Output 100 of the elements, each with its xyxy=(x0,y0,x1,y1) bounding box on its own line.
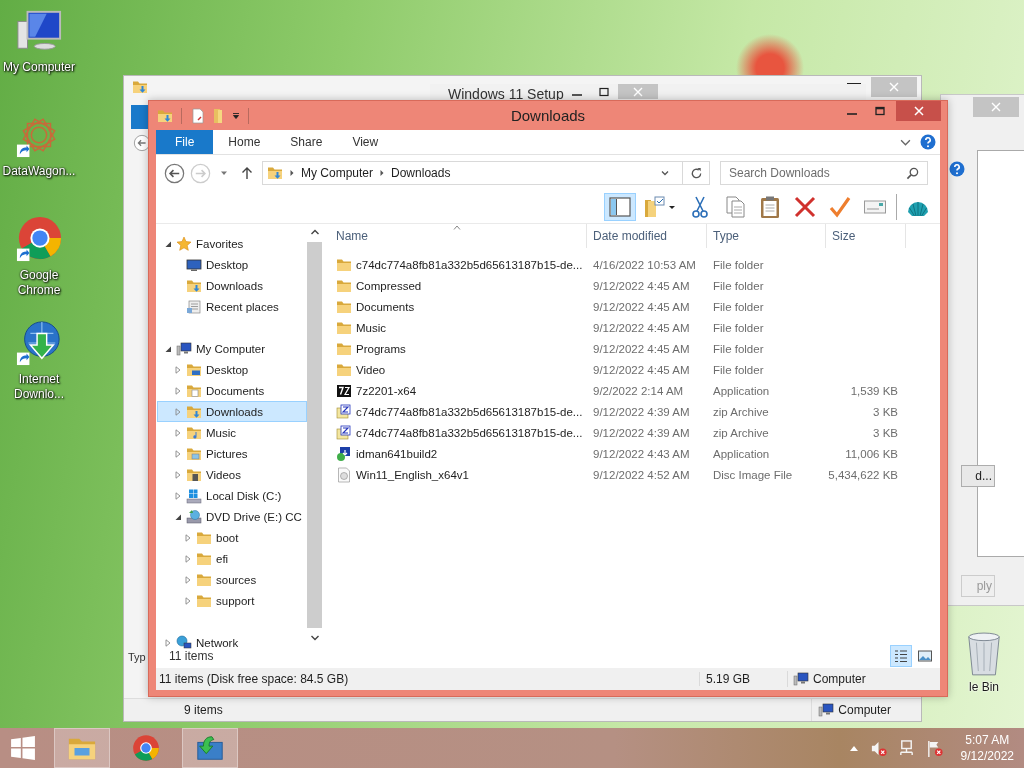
collapsed-arrow-icon[interactable] xyxy=(174,491,182,500)
date-modified: 9/12/2022 4:39 AM xyxy=(592,426,691,439)
ribbon-tab[interactable]: Share xyxy=(275,130,338,154)
setup-taskbar-button[interactable] xyxy=(182,728,238,768)
tree-item[interactable]: Downloads xyxy=(157,401,307,422)
help-icon[interactable] xyxy=(920,134,936,150)
up-arrow-icon[interactable] xyxy=(241,166,253,180)
network-icon[interactable] xyxy=(897,739,915,757)
collapsed-arrow-icon[interactable] xyxy=(184,533,192,542)
collapsed-arrow-icon[interactable] xyxy=(184,554,192,563)
column-header[interactable]: Name xyxy=(324,224,587,248)
breadcrumb[interactable]: Downloads xyxy=(391,166,451,180)
muted-speaker-icon[interactable] xyxy=(869,739,887,757)
file-name[interactable]: c74dc774a8fb81a332b5d65613187b15-de... xyxy=(356,426,583,439)
tree-item[interactable]: support xyxy=(157,590,307,611)
collapsed-arrow-icon[interactable] xyxy=(184,575,192,584)
chrome-icon[interactable] xyxy=(16,216,62,262)
expanded-arrow-icon[interactable] xyxy=(174,512,182,521)
column-header[interactable]: Size xyxy=(826,224,906,248)
date-modified: 9/12/2022 4:45 AM xyxy=(592,363,691,376)
file-name[interactable]: Video xyxy=(356,363,386,376)
monitor-icon xyxy=(186,256,202,273)
date-modified: 9/12/2022 4:45 AM xyxy=(592,300,691,313)
zip-archive-icon xyxy=(336,424,352,441)
tree-item[interactable]: Videos xyxy=(157,464,307,485)
date-modified: 9/12/2022 4:52 AM xyxy=(592,468,691,481)
dvd-drive-icon xyxy=(186,508,202,525)
file-name[interactable]: Programs xyxy=(356,342,406,355)
item-count: 9 items xyxy=(184,703,223,717)
file-name[interactable]: Music xyxy=(356,321,387,334)
refresh-icon xyxy=(689,166,703,180)
tree-item[interactable]: Downloads xyxy=(157,275,307,296)
file-name[interactable]: c74dc774a8fb81a332b5d65613187b15-de... xyxy=(356,258,583,271)
collapsed-arrow-icon[interactable] xyxy=(174,428,182,437)
recent-places-icon xyxy=(186,298,202,315)
collapsed-arrow-icon[interactable] xyxy=(174,407,182,416)
tree-item[interactable]: Recent places xyxy=(157,296,307,317)
location-label: Computer xyxy=(838,703,891,717)
breadcrumb-arrow-icon[interactable] xyxy=(289,169,295,177)
tree-item[interactable]: Desktop xyxy=(157,254,307,275)
breadcrumb-arrow-icon[interactable] xyxy=(379,169,386,177)
tree-item[interactable]: sources xyxy=(157,569,307,590)
tree-item[interactable]: Documents xyxy=(157,380,307,401)
collapsed-arrow-icon[interactable] xyxy=(174,386,182,395)
preview-pane-button[interactable] xyxy=(604,193,636,221)
close-icon xyxy=(889,82,899,92)
column-header[interactable]: Typ xyxy=(128,651,146,663)
date-modified: 9/12/2022 4:45 AM xyxy=(592,279,691,292)
tree-item[interactable]: Local Disk (C:) xyxy=(157,485,307,506)
collapsed-arrow-icon[interactable] xyxy=(174,470,182,479)
ribbon-tab[interactable]: View xyxy=(337,130,394,154)
expanded-arrow-icon[interactable] xyxy=(164,344,172,353)
archive-app-icon xyxy=(336,382,352,399)
tree-item[interactable]: Music xyxy=(157,422,307,443)
ribbon-tab[interactable]: File xyxy=(156,130,214,154)
file-name[interactable]: idman641build2 xyxy=(356,447,438,460)
details-view-button[interactable] xyxy=(890,645,912,667)
properties-page-icon[interactable] xyxy=(190,107,206,124)
file-name[interactable]: 7z2201-x64 xyxy=(356,384,417,397)
collapsed-arrow-icon[interactable] xyxy=(174,449,182,458)
ribbon-tab[interactable]: Home xyxy=(213,130,276,154)
date-modified: 4/16/2022 10:53 AM xyxy=(592,258,697,271)
tree-item[interactable]: efi xyxy=(157,548,307,569)
computer-icon xyxy=(818,702,835,718)
collapsed-arrow-icon[interactable] xyxy=(164,638,172,647)
tree-item[interactable]: DVD Drive (E:) CC xyxy=(157,506,307,527)
date-modified: 9/12/2022 4:43 AM xyxy=(592,447,691,460)
minimize-icon xyxy=(572,93,583,96)
desktop-icon-label[interactable]: le Bin xyxy=(969,680,999,695)
tree-item[interactable]: My Computer xyxy=(157,338,307,359)
globe-arrow-icon[interactable] xyxy=(16,320,62,366)
address-bar[interactable]: My Computer Downloads xyxy=(262,161,710,185)
close-icon xyxy=(991,102,1001,112)
collapsed-arrow-icon[interactable] xyxy=(184,596,192,605)
tree-item[interactable]: boot xyxy=(157,527,307,548)
network-icon xyxy=(176,634,192,651)
column-header[interactable]: Date modified xyxy=(587,224,707,248)
recent-locations-arrow-icon[interactable] xyxy=(220,169,228,177)
chevron-down-icon[interactable] xyxy=(660,168,670,178)
column-header[interactable]: Type xyxy=(707,224,826,248)
tree-item[interactable]: Favorites xyxy=(157,233,307,254)
show-hidden-icons-arrow-icon[interactable] xyxy=(848,744,859,752)
close-icon xyxy=(632,86,643,97)
file-name[interactable]: c74dc774a8fb81a332b5d65613187b15-de... xyxy=(356,405,583,418)
tree-item[interactable]: Pictures xyxy=(157,443,307,464)
dropdown-arrow-icon[interactable] xyxy=(232,111,240,120)
breadcrumb[interactable]: My Computer xyxy=(301,166,374,180)
tree-item[interactable]: Desktop xyxy=(157,359,307,380)
file-name[interactable]: Compressed xyxy=(356,279,422,292)
file-name[interactable]: Documents xyxy=(356,300,415,313)
flag-icon[interactable] xyxy=(925,739,943,757)
maximize-icon xyxy=(875,106,885,116)
file-name[interactable]: Win11_English_x64v1 xyxy=(356,468,469,481)
search-field[interactable]: Search Downloads xyxy=(720,161,928,185)
collapsed-arrow-icon[interactable] xyxy=(174,365,182,374)
dialog-button[interactable]: d... xyxy=(961,465,995,487)
help-icon[interactable] xyxy=(949,161,965,177)
expanded-arrow-icon[interactable] xyxy=(164,239,172,248)
file-explorer-taskbar-button[interactable] xyxy=(54,728,110,768)
preview-pane-icon xyxy=(608,195,632,219)
